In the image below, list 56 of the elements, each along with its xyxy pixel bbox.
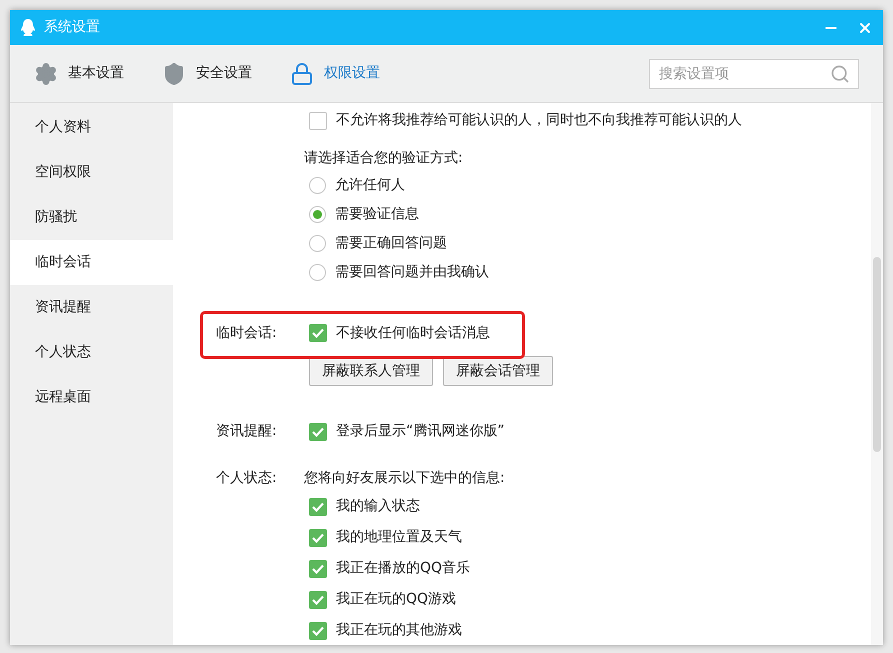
- radio-label: 需要回答问题并由我确认: [335, 263, 489, 282]
- lock-icon: [290, 62, 314, 86]
- search-icon[interactable]: [830, 64, 850, 84]
- checkmark-icon: [312, 328, 324, 338]
- checkmark-icon: [312, 426, 324, 436]
- checkbox-label: 我的地理位置及天气: [336, 528, 462, 547]
- window-title: 系统设置: [44, 18, 100, 37]
- checkbox[interactable]: [309, 112, 327, 130]
- sidebar-item[interactable]: 资讯提醒: [10, 285, 173, 330]
- checkbox[interactable]: [309, 560, 327, 578]
- verification-prompt: 请选择适合您的验证方式:: [304, 148, 464, 168]
- checkbox-label: 我正在玩的QQ游戏: [336, 590, 456, 609]
- search-field[interactable]: 搜索设置项: [649, 58, 859, 88]
- sidebar-item[interactable]: 空间权限: [10, 150, 173, 195]
- checkbox-label: 不接收任何临时会话消息: [336, 324, 490, 342]
- manage-button[interactable]: 屏蔽联系人管理: [309, 356, 433, 386]
- checkmark-icon: [312, 532, 324, 542]
- section-label: 资讯提醒:: [216, 422, 278, 441]
- radio-label: 需要验证信息: [335, 205, 419, 224]
- checkmark-icon: [312, 626, 324, 636]
- checkmark-icon: [312, 502, 324, 512]
- gear-icon: [34, 62, 58, 86]
- sidebar-item[interactable]: 防骚扰: [10, 195, 173, 240]
- checkbox[interactable]: [309, 422, 327, 440]
- checkbox[interactable]: [309, 622, 327, 640]
- penguin-icon: [20, 18, 36, 36]
- checkbox-label: 不允许将我推荐给可能认识的人，同时也不向我推荐可能认识的人: [336, 111, 742, 130]
- checkbox[interactable]: [309, 498, 327, 516]
- checkmark-icon: [312, 594, 324, 604]
- settings-tab[interactable]: 安全设置: [162, 62, 252, 86]
- sidebar-item[interactable]: 临时会话: [10, 240, 173, 285]
- sidebar-item[interactable]: 远程桌面: [10, 375, 173, 420]
- radio-button[interactable]: [309, 264, 326, 281]
- manage-button[interactable]: 屏蔽会话管理: [443, 356, 553, 386]
- radio-button[interactable]: [309, 235, 326, 252]
- checkbox[interactable]: [309, 528, 327, 546]
- checkbox[interactable]: [309, 590, 327, 608]
- checkbox-label: 登录后显示“腾讯网迷你版”: [336, 422, 505, 441]
- shield-icon: [162, 62, 186, 86]
- radio-label: 需要正确回答问题: [335, 234, 447, 253]
- checkbox-label: 我的输入状态: [336, 497, 420, 516]
- radio-button[interactable]: [309, 206, 326, 223]
- sidebar-item[interactable]: 个人状态: [10, 330, 173, 375]
- settings-tab[interactable]: 基本设置: [34, 62, 124, 86]
- checkmark-icon: [312, 564, 324, 574]
- radio-button[interactable]: [309, 177, 326, 194]
- checkbox-label: 我正在玩的其他游戏: [336, 621, 462, 640]
- settings-tab[interactable]: 权限设置: [290, 62, 380, 86]
- sidebar-item[interactable]: 个人资料: [10, 105, 173, 150]
- status-prompt: 您将向好友展示以下选中的信息:: [304, 469, 505, 488]
- section-label: 临时会话:: [216, 324, 278, 342]
- section-label: 个人状态:: [216, 469, 278, 488]
- radio-label: 允许任何人: [335, 176, 405, 195]
- scrollbar-thumb[interactable]: [873, 257, 881, 452]
- checkbox-label: 我正在播放的QQ音乐: [336, 559, 470, 578]
- checkbox[interactable]: [309, 324, 327, 342]
